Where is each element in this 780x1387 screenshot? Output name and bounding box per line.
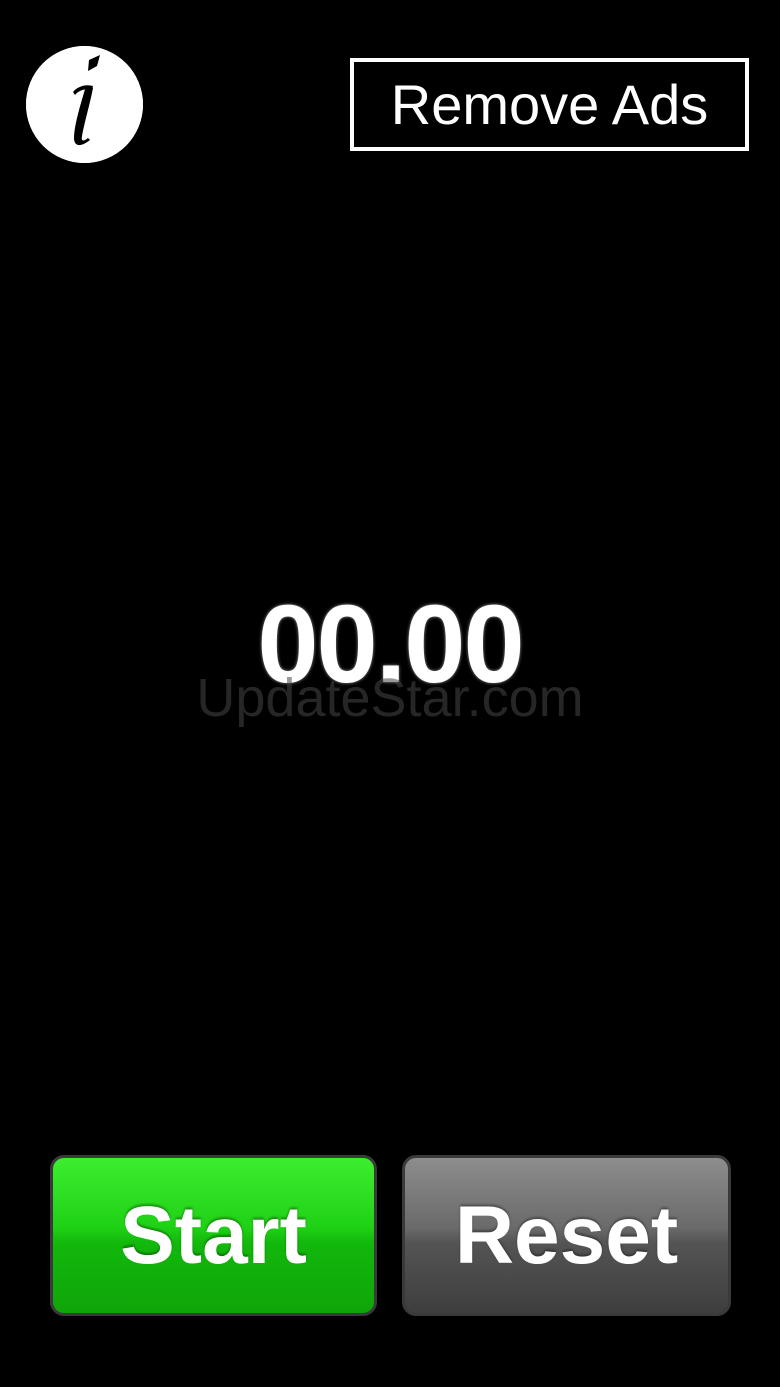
info-button[interactable] [26,46,143,163]
remove-ads-button[interactable]: Remove Ads [350,58,749,151]
info-icon [26,46,143,163]
reset-button[interactable]: Reset [402,1155,731,1316]
timer-display: 00.00 [257,583,524,706]
start-button[interactable]: Start [50,1155,377,1316]
